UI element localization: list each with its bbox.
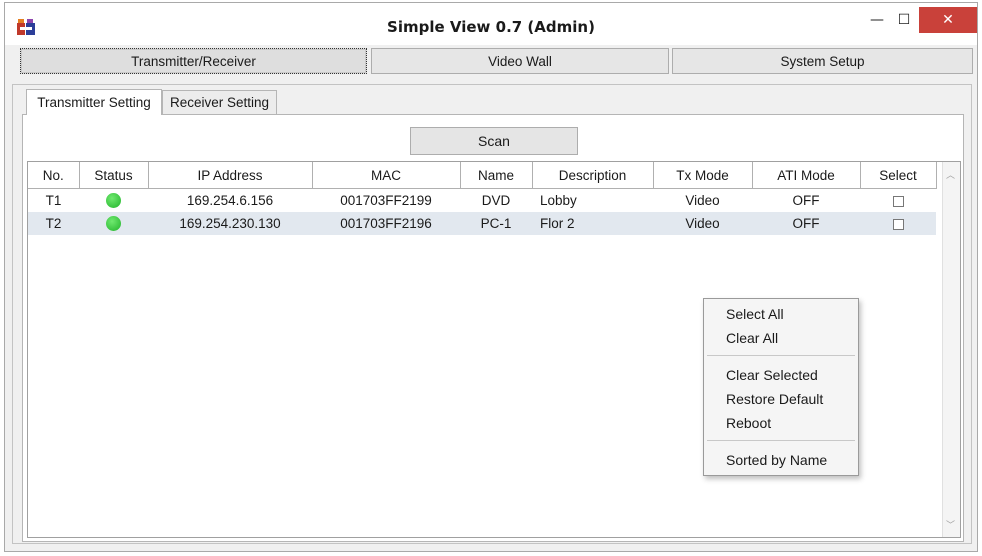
menu-item-restore-default[interactable]: Restore Default: [726, 391, 823, 407]
cell-ati-mode: OFF: [792, 193, 820, 208]
tab-transmitter-receiver[interactable]: Transmitter/Receiver: [20, 48, 367, 74]
cell-mac: 001703FF2199: [340, 193, 432, 208]
chevron-up-icon[interactable]: ︿: [946, 168, 955, 181]
green-dot-icon: [106, 216, 121, 232]
cell-description: Flor 2: [532, 212, 653, 235]
select-checkbox[interactable]: [892, 218, 904, 230]
menu-separator: [707, 355, 855, 356]
tab-system-setup[interactable]: System Setup: [672, 48, 973, 74]
column-header-ati-mode[interactable]: ATI Mode: [752, 162, 861, 189]
table-header: No. Status IP Address MAC Name Descripti…: [28, 162, 937, 189]
select-checkbox[interactable]: [892, 195, 904, 207]
column-header-description[interactable]: Description: [532, 162, 654, 189]
cell-status: [79, 212, 148, 235]
cell-ip-address: 169.254.230.130: [148, 212, 312, 235]
cell-tx-mode: Video: [685, 193, 720, 208]
column-header-tx-mode[interactable]: Tx Mode: [653, 162, 753, 189]
cell-status: [79, 189, 148, 213]
menu-item-sorted-by-name[interactable]: Sorted by Name: [726, 452, 827, 468]
close-button[interactable]: ✕: [919, 7, 977, 33]
cell-select: [860, 189, 936, 213]
device-table: No. Status IP Address MAC Name Descripti…: [28, 162, 937, 235]
table-row[interactable]: T2 169.254.230.130 001703FF2196 PC-1 Flo…: [28, 212, 936, 235]
green-dot-icon: [106, 193, 121, 209]
context-menu: Select All Clear All Clear Selected Rest…: [703, 298, 859, 476]
column-header-select[interactable]: Select: [860, 162, 937, 189]
tab-video-wall[interactable]: Video Wall: [371, 48, 669, 74]
menu-item-clear-all[interactable]: Clear All: [726, 330, 778, 346]
tab-receiver-setting[interactable]: Receiver Setting: [162, 90, 277, 114]
cell-no: T1: [45, 193, 62, 208]
chevron-down-icon[interactable]: ﹀: [946, 518, 955, 531]
column-header-status[interactable]: Status: [79, 162, 149, 189]
cell-mac: 001703FF2196: [312, 212, 460, 235]
scan-button[interactable]: Scan: [410, 127, 578, 155]
cell-tx-mode: Video: [653, 212, 752, 235]
menu-item-clear-selected[interactable]: Clear Selected: [726, 367, 818, 383]
vertical-scrollbar[interactable]: ︿ ﹀: [942, 162, 960, 537]
minimize-button[interactable]: —: [864, 5, 890, 35]
cell-ip-address: 169.254.6.156: [186, 193, 274, 208]
menu-separator: [707, 440, 855, 441]
cell-description: Lobby: [540, 193, 577, 208]
column-header-no[interactable]: No.: [28, 162, 80, 189]
cell-ati-mode: OFF: [752, 212, 860, 235]
maximize-button[interactable]: ☐: [891, 5, 917, 35]
menu-item-reboot[interactable]: Reboot: [726, 415, 771, 431]
column-header-mac[interactable]: MAC: [312, 162, 461, 189]
column-header-ip-address[interactable]: IP Address: [148, 162, 313, 189]
title-bar: Simple View 0.7 (Admin) — ☐ ✕: [5, 3, 977, 45]
tab-transmitter-setting[interactable]: Transmitter Setting: [26, 89, 162, 115]
column-header-name[interactable]: Name: [460, 162, 533, 189]
cell-name: PC-1: [460, 212, 532, 235]
menu-item-select-all[interactable]: Select All: [726, 306, 784, 322]
cell-name: DVD: [481, 193, 511, 208]
cell-select: [860, 212, 936, 235]
table-row[interactable]: T1 169.254.6.156 001703FF2199 DVD Lobby …: [28, 189, 936, 213]
cell-no: T2: [28, 212, 79, 235]
window-title: Simple View 0.7 (Admin): [387, 18, 595, 36]
